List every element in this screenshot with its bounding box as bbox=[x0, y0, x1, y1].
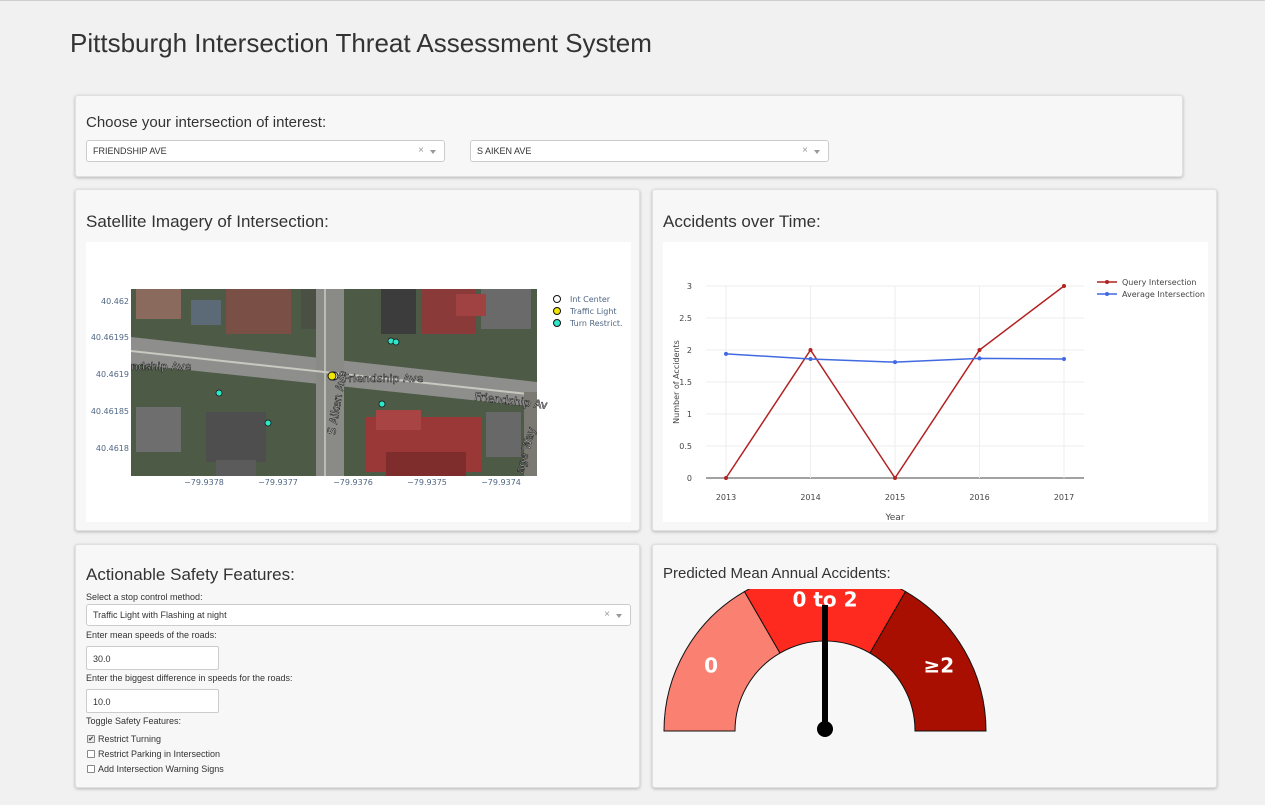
clear-icon[interactable]: × bbox=[418, 145, 424, 156]
data-point[interactable] bbox=[977, 348, 982, 352]
legend-label[interactable]: Query Intersection bbox=[1122, 278, 1196, 287]
map-y-axis: 40.462 40.46195 40.4619 40.46185 40.4618 bbox=[91, 297, 129, 453]
map-x-tick: −79.9378 bbox=[184, 478, 224, 487]
gauge-label: ≥2 bbox=[924, 653, 955, 677]
data-point[interactable] bbox=[808, 356, 813, 361]
y-tick-label: 0.5 bbox=[679, 442, 692, 451]
restrict-parking-checkbox[interactable] bbox=[87, 750, 95, 758]
street1-select[interactable]: FRIENDSHIP AVE × bbox=[86, 140, 445, 162]
map-legend[interactable]: Int Center Traffic Light Turn Restrict. bbox=[553, 295, 623, 328]
map-x-tick: −79.9375 bbox=[407, 478, 447, 487]
intersection-chooser-panel: Choose your intersection of interest: FR… bbox=[75, 95, 1183, 177]
street2-select[interactable]: S AIKEN AVE × bbox=[470, 140, 829, 162]
chevron-down-icon[interactable] bbox=[430, 150, 436, 154]
accidents-plot[interactable]: 0 0.5 1 1.5 2 2.5 3 2013 2014 2015 2016 2017 Year Num… bbox=[663, 242, 1208, 523]
speed-diff-label: Enter the biggest difference in speeds f… bbox=[86, 673, 293, 683]
y-tick-label: 2.5 bbox=[679, 314, 692, 323]
prediction-title: Predicted Mean Annual Accidents: bbox=[663, 565, 891, 582]
map-x-axis: −79.9378 −79.9377 −79.9376 −79.9375 −79.… bbox=[184, 478, 521, 487]
stop-control-label: Select a stop control method: bbox=[86, 592, 203, 602]
x-tick-label: 2015 bbox=[885, 493, 905, 502]
turn-restrict-marker[interactable] bbox=[215, 389, 223, 397]
map-x-tick: −79.9376 bbox=[333, 478, 373, 487]
stop-control-select[interactable]: Traffic Light with Flashing at night × bbox=[86, 604, 631, 626]
satellite-title: Satellite Imagery of Intersection: bbox=[86, 212, 329, 231]
warning-signs-label[interactable]: Add Intersection Warning Signs bbox=[98, 764, 224, 774]
x-tick-label: 2013 bbox=[716, 493, 736, 502]
legend-swatch-marker bbox=[1105, 280, 1109, 284]
restrict-turning-checkbox[interactable]: ✔ bbox=[87, 735, 95, 743]
street-label: ndship Ave bbox=[131, 360, 192, 373]
turn-restrict-marker[interactable] bbox=[378, 400, 386, 408]
restrict-parking-label[interactable]: Restrict Parking in Intersection bbox=[98, 749, 220, 759]
warning-signs-checkbox[interactable] bbox=[87, 765, 95, 773]
mean-speed-label: Enter mean speeds of the roads: bbox=[86, 630, 217, 640]
restrict-parking-toggle[interactable]: Restrict Parking in Intersection bbox=[87, 749, 220, 759]
legend-marker bbox=[553, 295, 561, 303]
restrict-turning-toggle[interactable]: ✔ Restrict Turning bbox=[87, 734, 161, 744]
legend-label[interactable]: Int Center bbox=[570, 295, 611, 304]
data-point[interactable] bbox=[724, 351, 728, 356]
accidents-title: Accidents over Time: bbox=[663, 212, 821, 231]
x-tick-label: 2017 bbox=[1054, 493, 1074, 502]
legend-label[interactable]: Traffic Light bbox=[569, 307, 617, 316]
data-point[interactable] bbox=[1062, 284, 1066, 288]
warning-signs-toggle[interactable]: Add Intersection Warning Signs bbox=[87, 764, 224, 774]
legend-swatch-marker bbox=[1105, 292, 1109, 296]
y-tick-label: 3 bbox=[687, 282, 692, 291]
y-tick-label: 0 bbox=[687, 474, 692, 483]
x-tick-label: 2014 bbox=[800, 493, 820, 502]
prediction-panel: Predicted Mean Annual Accidents: 00 to 2… bbox=[652, 544, 1217, 788]
map-y-tick: 40.462 bbox=[101, 297, 129, 306]
turn-restrict-marker[interactable] bbox=[264, 419, 272, 427]
satellite-map-svg[interactable]: ndship Ave Friendship Ave S Aiken Ave Fr… bbox=[86, 242, 631, 522]
data-point[interactable] bbox=[808, 348, 813, 352]
map-y-tick: 40.4619 bbox=[96, 370, 129, 379]
y-tick-label: 2 bbox=[687, 346, 692, 355]
chevron-down-icon[interactable] bbox=[814, 150, 820, 154]
gauge-label: 0 bbox=[704, 653, 718, 677]
data-point[interactable] bbox=[893, 360, 897, 365]
data-point[interactable] bbox=[893, 476, 897, 480]
legend-label[interactable]: Average Intersection bbox=[1122, 290, 1205, 299]
turn-restrict-marker[interactable] bbox=[392, 338, 400, 346]
street-label: Friendship Ave bbox=[343, 372, 423, 385]
map-y-tick: 40.46195 bbox=[91, 333, 129, 342]
accidents-line-chart[interactable]: 0 0.5 1 1.5 2 2.5 3 2013 2014 2015 2016 2017 Year Num… bbox=[663, 242, 1208, 523]
stop-control-value: Traffic Light with Flashing at night bbox=[93, 610, 227, 620]
toggle-label: Toggle Safety Features: bbox=[86, 716, 182, 726]
mean-speed-input[interactable]: 30.0 bbox=[86, 646, 219, 670]
satellite-panel: Satellite Imagery of Intersection: ndshi… bbox=[75, 189, 640, 531]
x-axis-title: Year bbox=[884, 513, 904, 522]
y-tick-label: 1.5 bbox=[679, 378, 692, 387]
data-point[interactable] bbox=[977, 356, 982, 361]
y-tick-label: 1 bbox=[687, 410, 692, 419]
features-title: Actionable Safety Features: bbox=[86, 565, 295, 584]
map-x-tick: −79.9377 bbox=[258, 478, 298, 487]
legend-label[interactable]: Turn Restrict. bbox=[569, 319, 623, 328]
prediction-gauge: 00 to 2≥2 bbox=[663, 589, 987, 737]
data-point[interactable] bbox=[1062, 356, 1066, 361]
traffic-light-marker[interactable] bbox=[327, 371, 337, 381]
map-y-tick: 40.46185 bbox=[91, 407, 129, 416]
legend-marker bbox=[553, 319, 561, 327]
clear-icon[interactable]: × bbox=[802, 145, 808, 156]
map-x-tick: −79.9374 bbox=[481, 478, 521, 487]
clear-icon[interactable]: × bbox=[604, 609, 610, 620]
page-title: Pittsburgh Intersection Threat Assessmen… bbox=[70, 28, 652, 58]
x-tick-label: 2016 bbox=[969, 493, 989, 502]
gauge-hub bbox=[817, 721, 833, 737]
street1-value: FRIENDSHIP AVE bbox=[93, 146, 167, 156]
accidents-panel: Accidents over Time: 0 0.5 1 1.5 2 2.5 3 2013 20… bbox=[652, 189, 1217, 531]
restrict-turning-label[interactable]: Restrict Turning bbox=[98, 734, 161, 744]
chooser-title: Choose your intersection of interest: bbox=[86, 114, 327, 131]
map-y-tick: 40.4618 bbox=[96, 444, 129, 453]
chevron-down-icon[interactable] bbox=[616, 614, 622, 618]
satellite-plot[interactable]: ndship Ave Friendship Ave S Aiken Ave Fr… bbox=[86, 242, 631, 522]
data-point[interactable] bbox=[724, 476, 728, 480]
y-axis-title: Number of Accidents bbox=[672, 340, 681, 424]
legend-marker bbox=[553, 307, 561, 315]
speed-diff-input[interactable]: 10.0 bbox=[86, 689, 219, 713]
street2-value: S AIKEN AVE bbox=[477, 146, 532, 156]
